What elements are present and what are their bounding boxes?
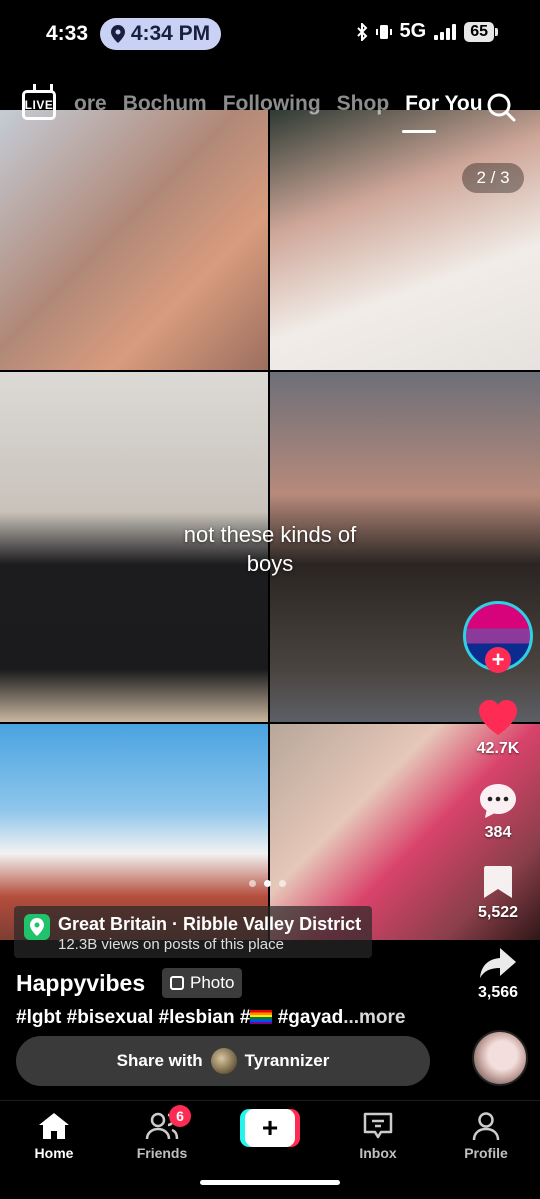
nav-inbox[interactable]: Inbox: [333, 1111, 423, 1161]
share-user-avatar: [210, 1048, 237, 1074]
carousel-dot: [279, 880, 286, 887]
carousel-dot-active: [264, 880, 271, 887]
active-tab-indicator: [402, 130, 436, 133]
collage-photo-1: [0, 110, 268, 370]
collage-photo-2: [270, 110, 540, 370]
home-indicator: [200, 1180, 340, 1185]
nav-friends[interactable]: Friends 6: [117, 1105, 207, 1161]
author-name[interactable]: Happyvibes: [16, 970, 145, 997]
nav-home[interactable]: Home: [9, 1111, 99, 1161]
like-button[interactable]: 42.7K: [468, 698, 528, 758]
network-type: 5G: [399, 20, 427, 42]
friends-badge: 6: [169, 1105, 191, 1127]
caption-hashtags[interactable]: #lgbt #bisexual #lesbian #: [16, 1007, 250, 1028]
signal-icon: [434, 23, 457, 40]
inbox-icon: [363, 1112, 393, 1139]
image-counter: 2 / 3: [462, 163, 524, 193]
nav-friends-label: Friends: [136, 1145, 188, 1161]
comment-icon: [480, 784, 516, 818]
bluetooth-icon: [356, 22, 367, 41]
status-bar: 4:33 4:34 PM 5G 65: [0, 0, 540, 70]
nav-inbox-label: Inbox: [359, 1145, 397, 1161]
share-with-label: Share with: [116, 1051, 203, 1070]
creator-avatar[interactable]: +: [463, 601, 533, 673]
more-link[interactable]: ...more: [343, 1007, 405, 1028]
tab-bochum[interactable]: Bochum: [123, 92, 207, 116]
nav-profile[interactable]: Profile: [441, 1111, 531, 1161]
battery-icon: 65: [464, 21, 498, 42]
caption[interactable]: #lgbt #bisexual #lesbian # #gayad...more: [16, 1007, 406, 1029]
tab-for-you[interactable]: For You: [405, 92, 482, 116]
post-overlay-text: not these kinds of boys: [183, 522, 357, 576]
live-icon[interactable]: LIVE: [22, 90, 56, 120]
nav-profile-label: Profile: [464, 1145, 508, 1161]
bookmark-button[interactable]: 5,522: [468, 864, 528, 922]
location-pin-icon: [24, 914, 50, 940]
share-arrow-icon: [480, 948, 516, 978]
search-icon[interactable]: [486, 92, 516, 122]
home-icon: [39, 1113, 69, 1139]
profile-icon: [472, 1112, 500, 1141]
comment-button[interactable]: 384: [468, 782, 528, 842]
location-time: 4:34 PM: [130, 22, 211, 45]
photo-badge: Photo: [162, 968, 243, 998]
photo-badge-label: Photo: [190, 973, 235, 992]
top-navigation: LIVE ore Bochum Following Shop For You: [0, 84, 540, 134]
share-with-button[interactable]: Share with Tyrannizer: [16, 1036, 430, 1086]
location-time-pill[interactable]: 4:34 PM: [100, 18, 221, 50]
plus-icon: +: [245, 1109, 295, 1147]
location-title: Great Britain · Ribble Valley District: [58, 914, 362, 934]
like-count: 42.7K: [476, 740, 520, 757]
sound-disc[interactable]: [472, 1030, 528, 1086]
bookmark-count: 5,522: [477, 904, 519, 921]
share-user-name: Tyrannizer: [244, 1051, 330, 1070]
tab-explore[interactable]: ore: [74, 92, 107, 116]
location-views: 12.3B views on posts of this place: [58, 936, 284, 953]
photo-icon: [170, 976, 184, 990]
status-icons: 5G 65: [356, 20, 498, 43]
vibrate-icon: [375, 24, 392, 39]
location-tag[interactable]: Great Britain · Ribble Valley District 1…: [14, 906, 372, 958]
share-button[interactable]: 3,566: [468, 946, 528, 1002]
feed-tabs: ore Bochum Following Shop For You: [74, 92, 483, 116]
rainbow-flag-icon: [250, 1010, 273, 1024]
nav-home-label: Home: [34, 1145, 74, 1161]
caption-hashtags-end[interactable]: #gayad: [272, 1007, 344, 1028]
carousel-dots: [249, 880, 286, 887]
tab-following[interactable]: Following: [223, 92, 321, 116]
location-pin-icon: [110, 25, 125, 43]
create-button[interactable]: +: [240, 1109, 300, 1147]
status-time: 4:33: [46, 22, 89, 45]
share-count: 3,566: [477, 984, 519, 1001]
follow-plus-icon[interactable]: +: [485, 647, 511, 673]
heart-icon: [479, 700, 517, 735]
tab-shop[interactable]: Shop: [337, 92, 390, 116]
carousel-dot: [249, 880, 256, 887]
bookmark-icon: [484, 866, 512, 898]
comment-count: 384: [484, 824, 512, 841]
